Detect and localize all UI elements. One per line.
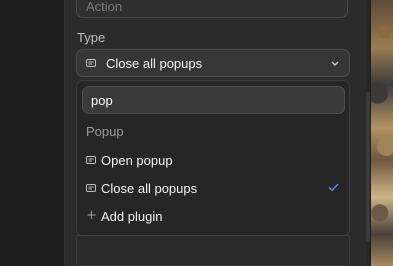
dropdown-group-label: Popup: [86, 124, 124, 139]
option-add-plugin[interactable]: + Add plugin: [77, 203, 349, 229]
action-field-label: Action: [86, 0, 123, 14]
canvas-image-preview: [371, 0, 393, 266]
panel-section-below: [76, 235, 350, 266]
popup-icon: [86, 59, 96, 67]
type-select-value: Close all popups: [106, 56, 203, 71]
checkmark-icon: [328, 183, 339, 191]
type-select[interactable]: Close all popups: [76, 49, 350, 77]
option-open-popup[interactable]: Open popup: [77, 147, 349, 173]
option-label: Close all popups: [101, 181, 198, 196]
plus-icon: +: [86, 208, 97, 223]
left-gutter: [0, 0, 64, 266]
dropdown-search-box[interactable]: [82, 86, 345, 114]
chevron-down-icon: [331, 61, 339, 66]
popup-icon: [86, 156, 96, 164]
panel-scrollbar[interactable]: [366, 0, 370, 266]
action-field[interactable]: Action: [76, 0, 348, 18]
option-close-all-popups[interactable]: Close all popups: [77, 175, 349, 201]
type-label: Type: [77, 30, 106, 45]
dropdown-search-input[interactable]: [91, 92, 331, 108]
option-label: Open popup: [101, 153, 173, 168]
popup-icon: [86, 184, 96, 192]
scrollbar-thumb[interactable]: [366, 92, 370, 242]
option-label: Add plugin: [101, 209, 163, 224]
